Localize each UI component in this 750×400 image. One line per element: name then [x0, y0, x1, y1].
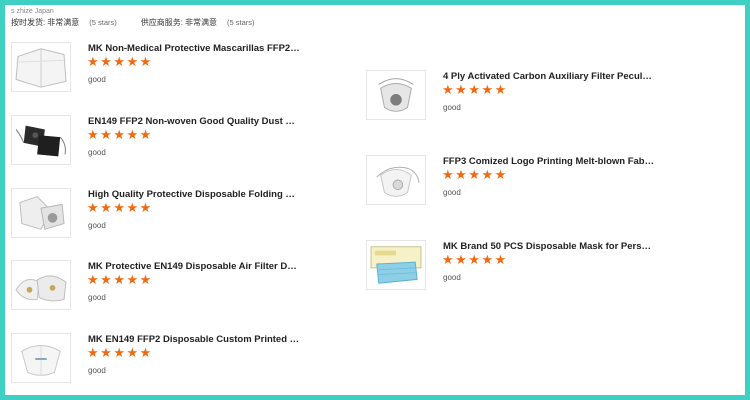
star-icon: ★: [100, 55, 112, 70]
star-icon: ★: [113, 201, 125, 216]
star-icon: ★: [468, 168, 480, 183]
review-text: good: [88, 293, 106, 302]
star-icon: ★: [139, 55, 152, 70]
valve-mask-image[interactable]: [11, 188, 71, 238]
product-title[interactable]: FFP3 Comized Logo Printing Melt-blown Fa…: [443, 156, 655, 167]
product-title[interactable]: 4 Ply Activated Carbon Auxiliary Filter …: [443, 71, 655, 82]
product-item[interactable]: EN149 FFP2 Non-woven Good Quality Dust F…: [11, 115, 311, 175]
product-title[interactable]: MK EN149 FFP2 Disposable Custom Printed …: [88, 334, 300, 345]
review-text: good: [88, 366, 106, 375]
review-text: good: [88, 148, 106, 157]
star-icon: ★: [455, 168, 467, 183]
filter-masks-image[interactable]: [11, 260, 71, 310]
star-rating: ★ ★ ★ ★ ★: [87, 202, 151, 216]
star-icon: ★: [87, 346, 99, 361]
review-text: good: [88, 221, 106, 230]
star-icon: ★: [126, 346, 139, 361]
product-title[interactable]: High Quality Protective Disposable Foldi…: [88, 189, 300, 200]
service-rating-stars: (5 stars): [226, 18, 255, 27]
star-icon: ★: [100, 201, 112, 216]
star-icon: ★: [139, 201, 152, 216]
star-rating: ★ ★ ★ ★ ★: [87, 56, 151, 70]
star-icon: ★: [100, 128, 112, 143]
star-icon: ★: [442, 168, 454, 183]
star-icon: ★: [494, 253, 507, 268]
star-icon: ★: [442, 253, 454, 268]
star-rating: ★ ★ ★ ★ ★: [442, 254, 506, 268]
star-icon: ★: [481, 83, 494, 98]
shipping-rating-stars: (5 stars): [89, 18, 117, 27]
star-icon: ★: [113, 128, 125, 143]
product-item[interactable]: High Quality Protective Disposable Foldi…: [11, 188, 311, 248]
star-icon: ★: [455, 83, 467, 98]
product-title[interactable]: MK Brand 50 PCS Disposable Mask for Pers…: [443, 241, 655, 252]
star-icon: ★: [87, 55, 99, 70]
black-masks-image[interactable]: [11, 115, 71, 165]
star-icon: ★: [468, 253, 480, 268]
service-rating-value: 非常满意: [184, 18, 217, 27]
buyer-name: s zhize Japan: [11, 8, 54, 15]
star-icon: ★: [126, 55, 139, 70]
star-icon: ★: [126, 201, 139, 216]
review-text: good: [443, 188, 461, 197]
shipping-rating-label: 按时发货:: [11, 18, 46, 27]
star-icon: ★: [113, 273, 125, 288]
star-icon: ★: [100, 346, 112, 361]
star-icon: ★: [126, 128, 139, 143]
star-icon: ★: [100, 273, 112, 288]
box-mask-image[interactable]: [366, 240, 426, 290]
product-item[interactable]: MK Brand 50 PCS Disposable Mask for Pers…: [366, 240, 666, 300]
cup-mask-image[interactable]: [11, 333, 71, 383]
product-item[interactable]: FFP3 Comized Logo Printing Melt-blown Fa…: [366, 155, 666, 215]
product-item[interactable]: MK EN149 FFP2 Disposable Custom Printed …: [11, 333, 311, 393]
product-title[interactable]: MK Non-Medical Protective Mascarillas FF…: [88, 43, 300, 54]
service-rating-label: 供应商服务:: [140, 18, 183, 27]
carbon-mask-image[interactable]: [366, 70, 426, 120]
star-rating: ★ ★ ★ ★ ★: [442, 84, 506, 98]
star-icon: ★: [113, 55, 125, 70]
product-title[interactable]: EN149 FFP2 Non-woven Good Quality Dust F…: [88, 116, 300, 127]
star-icon: ★: [113, 346, 125, 361]
star-rating: ★ ★ ★ ★ ★: [87, 274, 151, 288]
star-icon: ★: [481, 253, 494, 268]
star-icon: ★: [442, 83, 454, 98]
star-icon: ★: [494, 83, 507, 98]
star-icon: ★: [87, 201, 99, 216]
product-item[interactable]: MK Non-Medical Protective Mascarillas FF…: [11, 42, 311, 102]
shipping-rating-value: 非常满意: [47, 18, 80, 27]
star-icon: ★: [126, 273, 139, 288]
star-icon: ★: [139, 273, 152, 288]
star-icon: ★: [481, 168, 494, 183]
product-item[interactable]: MK Protective EN149 Disposable Air Filte…: [11, 260, 311, 320]
star-icon: ★: [468, 83, 480, 98]
star-icon: ★: [87, 273, 99, 288]
star-rating: ★ ★ ★ ★ ★: [87, 347, 151, 361]
star-rating: ★ ★ ★ ★ ★: [442, 169, 506, 183]
white-valve-mask-image[interactable]: [366, 155, 426, 205]
star-icon: ★: [87, 128, 99, 143]
star-icon: ★: [494, 168, 507, 183]
product-title[interactable]: MK Protective EN149 Disposable Air Filte…: [88, 261, 300, 272]
star-icon: ★: [139, 128, 152, 143]
product-item[interactable]: 4 Ply Activated Carbon Auxiliary Filter …: [366, 70, 666, 130]
review-text: good: [443, 103, 461, 112]
star-rating: ★ ★ ★ ★ ★: [87, 129, 151, 143]
review-text: good: [88, 75, 106, 84]
star-icon: ★: [139, 346, 152, 361]
star-icon: ★: [455, 253, 467, 268]
folded-mask-image[interactable]: [11, 42, 71, 92]
review-text: good: [443, 273, 461, 282]
feedback-panel: s zhize Japan 按时发货: 非常满意 (5 stars) 供应商服务: 非常…: [5, 5, 745, 395]
supplier-ratings: 按时发货: 非常满意 (5 stars) 供应商服务: 非常满意 (5 stars): [11, 17, 255, 28]
